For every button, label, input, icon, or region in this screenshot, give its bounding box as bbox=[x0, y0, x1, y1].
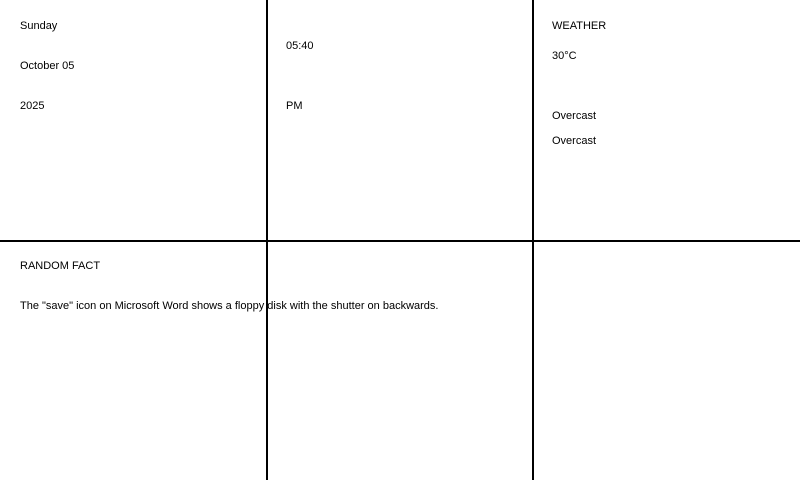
weather-condition: Overcast bbox=[552, 110, 597, 122]
dashboard-screen: Sunday October 05 2025 05:40 PM WEATHER … bbox=[0, 0, 800, 480]
weekday-label: Sunday bbox=[20, 20, 58, 32]
clock-time: 05:40 bbox=[286, 40, 314, 52]
meridiem-label: PM bbox=[286, 100, 303, 112]
random-fact-text: The "save" icon on Microsoft Word shows … bbox=[20, 300, 439, 312]
random-fact-heading: RANDOM FACT bbox=[20, 260, 101, 272]
temperature-value: 30°C bbox=[552, 50, 577, 62]
year-label: 2025 bbox=[20, 100, 45, 112]
weather-description: Overcast bbox=[552, 135, 597, 147]
weather-heading: WEATHER bbox=[552, 20, 607, 32]
month-day-label: October 05 bbox=[20, 60, 75, 72]
row-divider bbox=[0, 240, 800, 242]
